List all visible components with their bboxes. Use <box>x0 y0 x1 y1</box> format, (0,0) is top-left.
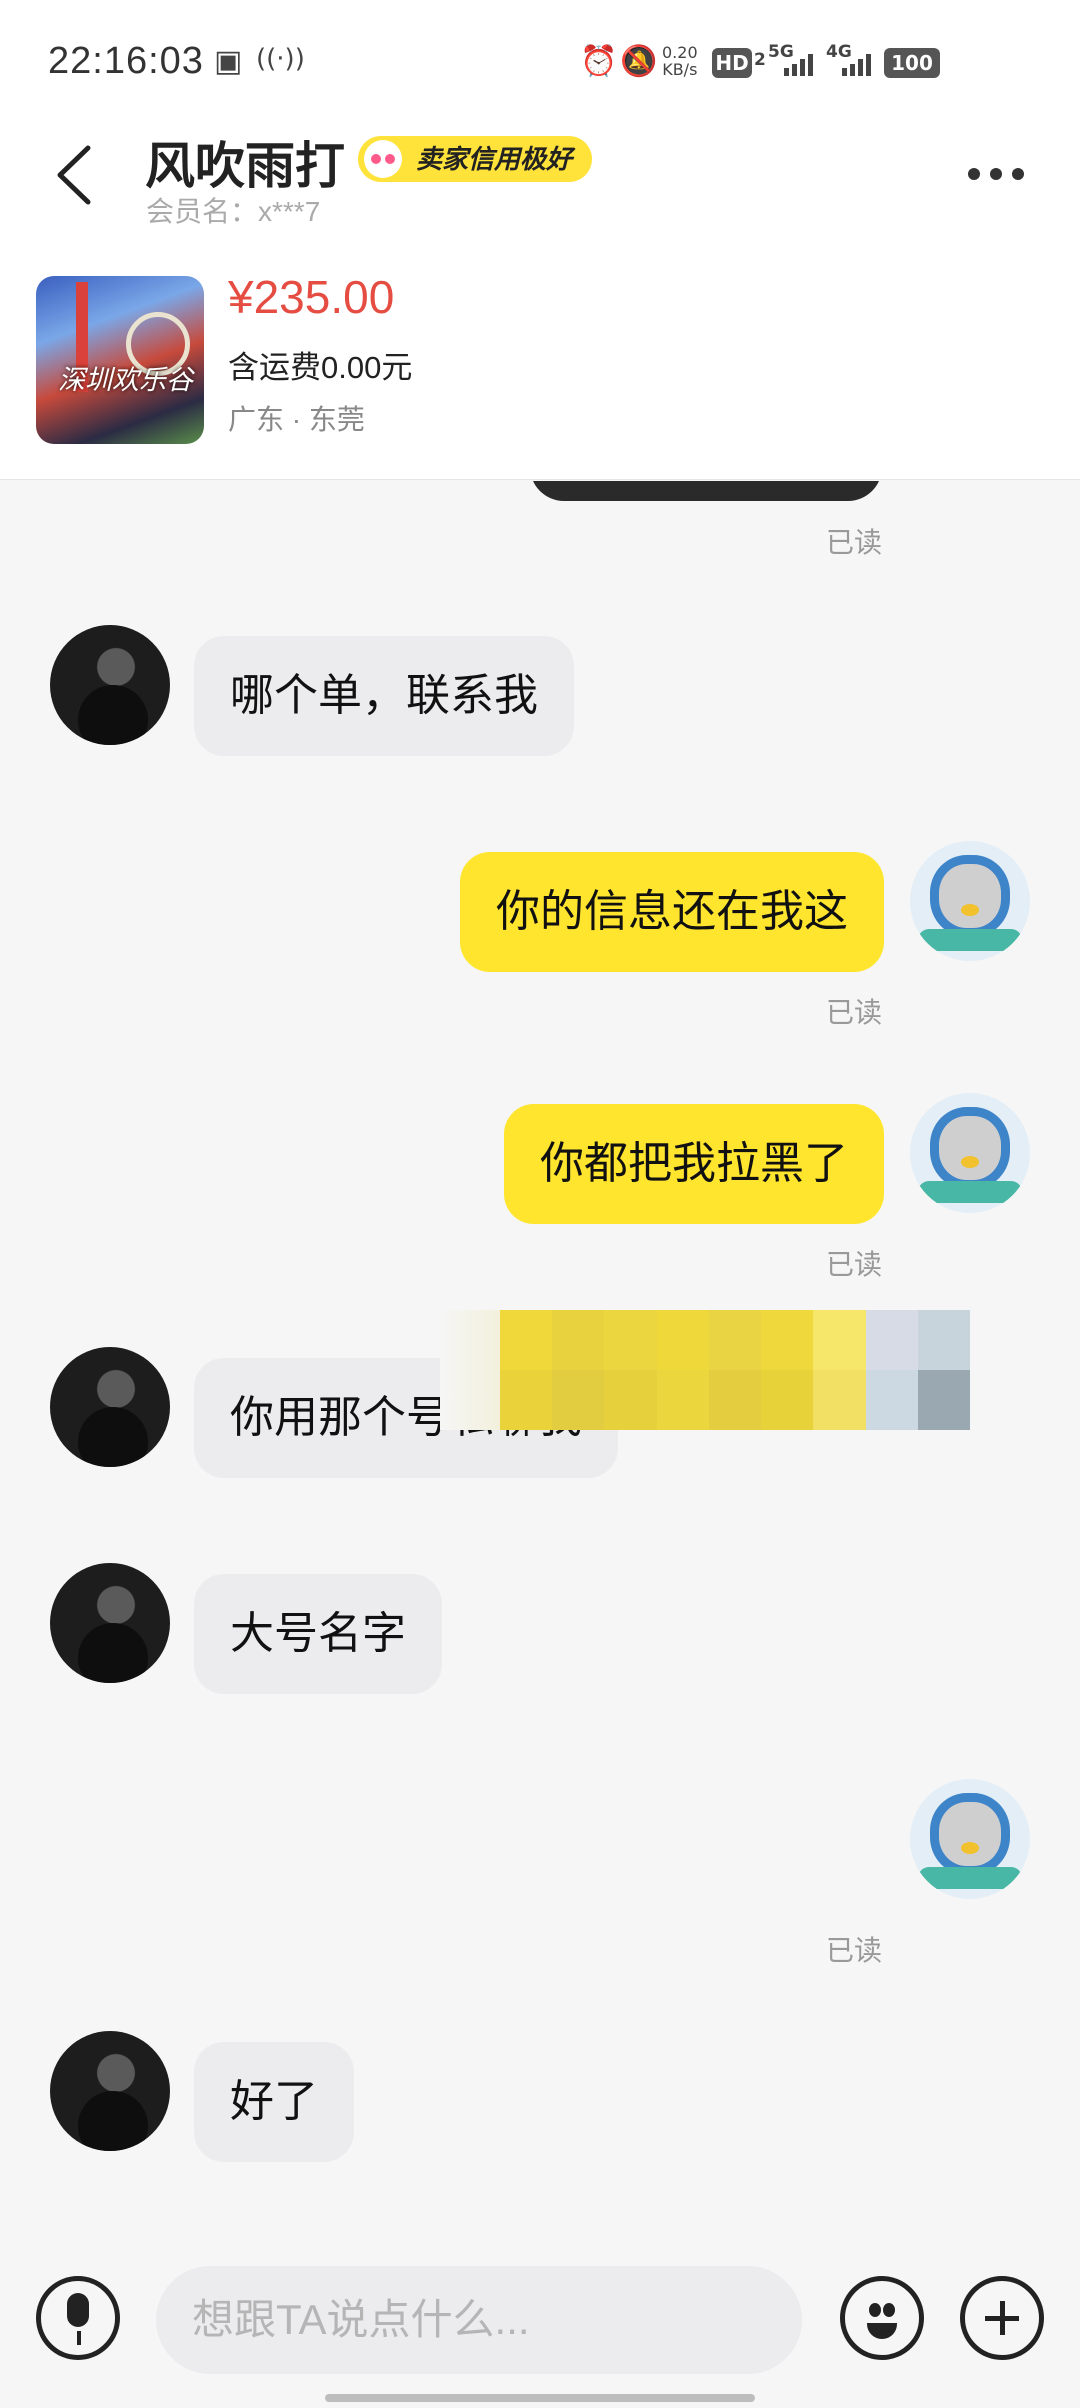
product-price: ¥235.00 <box>228 271 395 323</box>
avatar-base <box>918 1867 1022 1889</box>
avatar-base <box>918 1181 1022 1203</box>
net-speed-value: 0.20 <box>662 43 698 62</box>
message-bubble[interactable]: 你的信息还在我这 <box>460 852 884 972</box>
product-image-caption: 深圳欢乐谷 <box>58 365 193 395</box>
seller-avatar[interactable] <box>50 1563 170 1683</box>
my-avatar[interactable] <box>910 1093 1030 1213</box>
battery-icon: 100 <box>884 48 940 78</box>
read-receipt: 已读 <box>826 527 883 558</box>
cat-avatar-icon <box>930 1107 1010 1189</box>
more-icon-dot <box>1012 168 1024 180</box>
image-message-partial[interactable] <box>530 481 882 501</box>
status-bar: 22:16:03 ▣ ((·)) ⏰ 🔕 0.20 KB/s HD 2 5G 4… <box>0 0 1080 120</box>
credit-face-icon <box>364 140 402 178</box>
redacted-message[interactable] <box>500 1310 970 1430</box>
hotspot-icon: ((·)) <box>256 44 305 74</box>
home-indicator[interactable] <box>325 2394 755 2402</box>
input-bar: 想跟TA说点什么... <box>0 2240 1080 2408</box>
microphone-icon[interactable] <box>36 2276 120 2360</box>
seller-avatar[interactable] <box>50 2031 170 2151</box>
read-receipt: 已读 <box>826 1249 883 1280</box>
read-receipt: 已读 <box>826 1935 883 1966</box>
member-name: 会员名：x***7 <box>146 196 321 227</box>
net-speed: 0.20 KB/s <box>662 44 698 78</box>
hd-sub: 2 <box>754 50 766 70</box>
seller-avatar[interactable] <box>50 1347 170 1467</box>
seller-avatar[interactable] <box>50 625 170 745</box>
credit-badge-label: 卖家信用极好 <box>416 144 573 174</box>
message-bubble[interactable]: 你都把我拉黑了 <box>504 1104 884 1224</box>
product-image[interactable]: 深圳欢乐谷 <box>36 276 204 444</box>
signal-icon-2 <box>842 52 871 76</box>
net-speed-unit: KB/s <box>662 60 698 79</box>
my-avatar[interactable] <box>910 1779 1030 1899</box>
emoji-mouth <box>867 2323 897 2339</box>
message-input[interactable]: 想跟TA说点什么... <box>156 2266 802 2374</box>
signal-icon-1 <box>784 52 813 76</box>
clipboard-icon: ▣ <box>214 44 243 79</box>
back-button[interactable] <box>48 140 108 210</box>
more-icon <box>968 168 980 180</box>
message-bubble[interactable]: 哪个单，联系我 <box>194 636 574 756</box>
plus-icon[interactable] <box>960 2276 1044 2360</box>
credit-badge[interactable]: 卖家信用极好 <box>358 136 593 182</box>
back-arrow-icon <box>57 145 91 205</box>
my-avatar[interactable] <box>910 841 1030 961</box>
chat-area[interactable]: 已读 哪个单，联系我 你的信息还在我这 已读 你都把我拉黑了 已读 你用那个号私… <box>0 481 1080 2241</box>
status-time: 22:16:03 <box>48 40 204 82</box>
read-receipt: 已读 <box>826 997 883 1028</box>
emoji-icon[interactable] <box>840 2276 924 2360</box>
product-location: 广东 · 东莞 <box>228 404 365 435</box>
chat-title: 风吹雨打 <box>145 138 345 194</box>
message-bubble[interactable]: 好了 <box>194 2042 354 2162</box>
cat-avatar-icon <box>930 855 1010 937</box>
more-icon-dot <box>990 168 1002 180</box>
more-button[interactable] <box>968 168 1024 180</box>
hd-icon: HD <box>712 48 752 78</box>
alarm-icon: ⏰ <box>580 44 618 79</box>
cat-avatar-icon <box>930 1793 1010 1875</box>
avatar-base <box>918 929 1022 951</box>
message-bubble[interactable]: 大号名字 <box>194 1574 442 1694</box>
mute-icon: 🔕 <box>620 44 658 79</box>
product-shipping: 含运费0.00元 <box>228 350 413 385</box>
